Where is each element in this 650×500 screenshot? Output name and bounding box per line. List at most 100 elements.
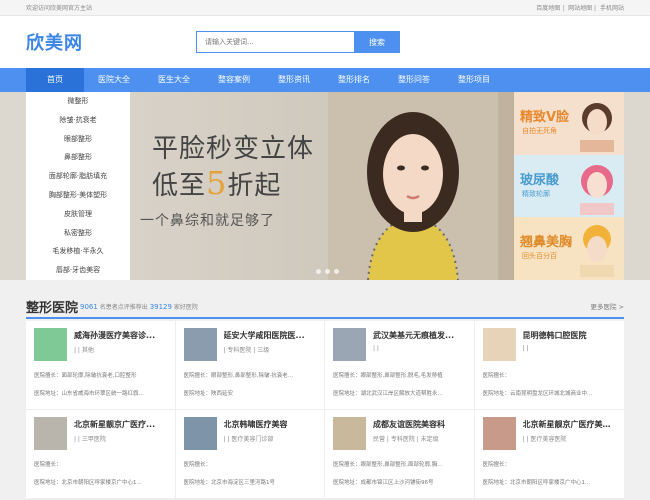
hospital-card[interactable]: 北京韩啸医疗美容 | | 医疗美容门诊部 医院擅长： 医院地址：北京市海淀区三里… (175, 410, 325, 499)
ad-title: 翘鼻美胸 (520, 235, 573, 251)
hospital-name[interactable]: 北京韩啸医疗美容 (224, 419, 319, 430)
baidu-map-link[interactable]: 百度地图 (536, 5, 560, 12)
hospital-thumbnail (482, 417, 516, 450)
ad-title: 玻尿酸 (520, 172, 560, 188)
sitemap-link[interactable]: 网站地图 (568, 5, 592, 12)
hospital-address: 医院地址：北京市朝阳区呼家楼京广中心1... (34, 480, 142, 486)
ad-subtitle: 自拍无死角 (522, 127, 557, 135)
hospital-name[interactable]: 威海孙漫医疗美容诊... (74, 330, 169, 341)
hospital-thumbnail (183, 328, 217, 361)
category-menu: 微整形 除皱·抗衰老 眼部整形 鼻部整形 面部轮廓·脂肪填充 胸部整形·美体塑形… (26, 92, 130, 280)
nav-news[interactable]: 整形资讯 (264, 68, 324, 92)
hospital-name[interactable]: 北京新星靓京广医疗美容诊... (523, 419, 618, 430)
menu-item[interactable]: 微整形 (26, 92, 130, 111)
hospital-tags: | | (373, 345, 379, 352)
search-button[interactable]: 搜索 (354, 31, 400, 53)
hospital-specialty: 医院擅长： (482, 373, 511, 379)
hospital-address: 医院地址：湖北武汉江岸区解放大道帮胜永... (333, 391, 443, 397)
nav-hospitals[interactable]: 医院大全 (84, 68, 144, 92)
hero-slide[interactable]: 平脸秒变立体 低至5折起 一个鼻综和就足够了 (130, 92, 514, 280)
hospital-name[interactable]: 武汉美基元无痕植发... (373, 330, 468, 341)
menu-item[interactable]: 面部轮廓·脂肪填充 (26, 167, 130, 186)
nav-doctors[interactable]: 医生大全 (144, 68, 204, 92)
side-ads: 精致V脸 自拍无死角 玻尿酸 精致轮廓 翘鼻美胸 回头百分百 (514, 92, 624, 280)
hospital-thumbnail (34, 417, 67, 450)
menu-item[interactable]: 胸部整形·美体塑形 (26, 186, 130, 205)
hero-tagline: 一个鼻综和就足够了 (140, 213, 275, 229)
hospital-grid: 威海孙漫医疗美容诊... | | 其他 医院擅长：面部轮廓,除皱抗衰老,口腔整形… (26, 321, 624, 499)
hospital-specialty: 医院擅长：眼部整形,鼻部整形,除皱·抗衰老... (183, 373, 294, 379)
hospital-card[interactable]: 威海孙漫医疗美容诊... | | 其他 医院擅长：面部轮廓,除皱抗衰老,口腔整形… (26, 321, 176, 410)
ad-nose-breast[interactable]: 翘鼻美胸 回头百分百 (514, 217, 624, 280)
hospital-card[interactable]: 成都友谊医院美容科 民营 | 专科医院 | 未定级 医院擅长：眼部整形,鼻部整形… (325, 410, 475, 499)
header: 欣美网 搜索 (0, 16, 650, 68)
model-face-image (580, 103, 614, 152)
hospital-address: 医院地址：成都市锦江区上沙河铺街96号 (333, 480, 434, 486)
nav-qa[interactable]: 整形问答 (384, 68, 444, 92)
hospital-section: 整形医院 9061 名患者点评推荐出 39129 家好医院 更多医院 > 威海孙… (0, 285, 650, 500)
hospital-name[interactable]: 昆明德韩口腔医院 (523, 330, 618, 341)
mobile-site-link[interactable]: 手机网站 (600, 5, 624, 12)
hospital-card[interactable]: 北京新星靓京广医疗... | | 三甲医院 医院擅长： 医院地址：北京市朝阳区呼… (26, 410, 176, 499)
more-hospitals-link[interactable]: 更多医院 > (590, 301, 624, 311)
hospital-tags: | | (522, 345, 529, 352)
site-logo[interactable]: 欣美网 (26, 29, 83, 55)
nav-projects[interactable]: 整形项目 (444, 68, 504, 92)
hero-headline: 平脸秒变立体 (152, 134, 315, 164)
hospital-address: 医院地址：北京市朝阳区呼家楼京广中心1... (482, 480, 591, 486)
hospital-tags: 民营 | 专科医院 | 未定级 (373, 436, 439, 443)
hospital-thumbnail (482, 328, 516, 361)
ad-subtitle: 回头百分百 (522, 252, 557, 261)
menu-item[interactable]: 鼻部整形 (26, 148, 130, 167)
ad-v-face[interactable]: 精致V脸 自拍无死角 (514, 92, 624, 155)
section-title: 整形医院 (26, 301, 79, 316)
hospital-tags: | | 其他 (74, 347, 94, 354)
welcome-text: 欢迎访问欣美网官方主站 (26, 5, 93, 12)
hospital-name[interactable]: 延安大学咸阳医院医... (224, 330, 319, 341)
menu-item[interactable]: 眼部整形 (26, 130, 130, 149)
search-input[interactable] (196, 31, 354, 53)
menu-item[interactable]: 毛发移植·半永久 (26, 242, 130, 261)
hospital-thumbnail (183, 417, 217, 450)
ad-subtitle: 精致轮廓 (522, 189, 550, 198)
nav-cases[interactable]: 整容案例 (204, 68, 264, 92)
slide-indicators[interactable] (316, 269, 343, 274)
hospital-address: 医院地址：山东省威海市环翠区统一路红旗... (34, 391, 144, 397)
hospital-thumbnail (333, 328, 366, 361)
hospital-name[interactable]: 成都友谊医院美容科 (373, 419, 468, 430)
hospital-card[interactable]: 延安大学咸阳医院医... | 专科医院 | 三级 医院擅长：眼部整形,鼻部整形,… (175, 321, 325, 410)
section-header: 整形医院 9061 名患者点评推荐出 39129 家好医院 更多医院 > (26, 295, 624, 319)
model-face-image (580, 225, 614, 278)
hospital-specialty: 医院擅长：面部轮廓,除皱抗衰老,口腔整形 (34, 373, 137, 379)
hero-discount: 低至5折起 (152, 164, 282, 202)
menu-item[interactable]: 私密整形 (26, 224, 130, 243)
banner: 微整形 除皱·抗衰老 眼部整形 鼻部整形 面部轮廓·脂肪填充 胸部整形·美体塑形… (0, 92, 650, 280)
nav-ranking[interactable]: 整形排名 (324, 68, 384, 92)
hospital-card[interactable]: 北京新星靓京广医疗美容诊... | | 医疗美容医院 医院擅长： 医院地址：北京… (474, 410, 624, 499)
top-links: 百度地图 | 网站地图 | 手机网站 (536, 5, 624, 12)
hospital-specialty: 医院擅长： (183, 462, 212, 468)
menu-item[interactable]: 除皱·抗衰老 (26, 111, 130, 130)
hospital-address: 医院地址：北京市海淀区三里河路1号 (183, 480, 276, 486)
hospital-card[interactable]: 武汉美基元无痕植发... | | 医院擅长：眼部整形,鼻部整形,脱毛,毛发移植 … (325, 321, 475, 410)
hospital-specialty: 医院擅长： (482, 462, 511, 468)
hospital-tags: | | 三甲医院 (74, 436, 106, 443)
ad-hyaluronic[interactable]: 玻尿酸 精致轮廓 (514, 154, 624, 218)
search-box: 搜索 (196, 31, 400, 53)
hospital-tags: | | 医疗美容医院 (522, 436, 567, 443)
nav-home[interactable]: 首页 (26, 68, 84, 92)
menu-item[interactable]: 皮肤管理 (26, 205, 130, 224)
hospital-specialty: 医院擅长：眼部整形,鼻部整形,面部轮廓,胸... (333, 462, 443, 468)
model-portrait-image (328, 92, 498, 280)
hospital-specialty: 医院擅长： (34, 462, 62, 468)
hospital-address: 医院地址：陕西延安 (183, 391, 234, 397)
hospital-name[interactable]: 北京新星靓京广医疗... (74, 419, 169, 430)
hospital-card[interactable]: 昆明德韩口腔医院 | | 医院擅长： 医院地址：云南昆明盘龙区环城北城商业中..… (474, 321, 624, 410)
hospital-address: 医院地址：云南昆明盘龙区环城北城商业中... (482, 391, 593, 397)
model-face-image (580, 164, 614, 215)
top-bar: 欢迎访问欣美网官方主站 百度地图 | 网站地图 | 手机网站 (0, 0, 650, 16)
section-stats: 9061 名患者点评推荐出 39129 家好医院 (80, 303, 198, 311)
menu-item[interactable]: 唇部·牙齿美容 (26, 261, 130, 280)
hospital-thumbnail (333, 417, 366, 450)
hospital-tags: | 专科医院 | 三级 (223, 347, 270, 354)
